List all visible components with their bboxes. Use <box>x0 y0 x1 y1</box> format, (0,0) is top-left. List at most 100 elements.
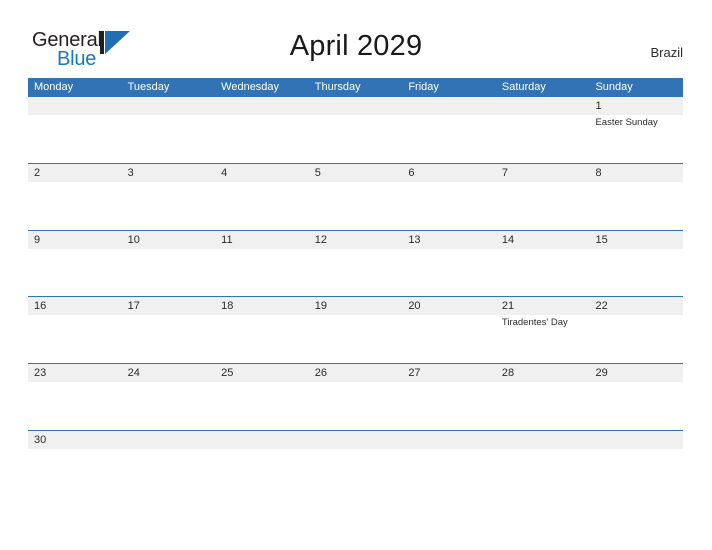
day-cell[interactable]: 17 <box>122 297 216 363</box>
calendar-week-row: 9 10 11 12 13 14 15 <box>28 229 683 297</box>
day-number: 14 <box>501 233 515 246</box>
day-number <box>315 97 403 115</box>
day-cell[interactable] <box>122 431 216 497</box>
day-cell[interactable]: 25 <box>215 364 309 430</box>
day-cell[interactable]: 5 <box>309 164 403 230</box>
day-cell[interactable]: 18 <box>215 297 309 363</box>
calendar-table: Monday Tuesday Wednesday Thursday Friday… <box>28 78 683 497</box>
day-cell[interactable]: 29 <box>589 364 683 430</box>
weekday-header-tuesday: Tuesday <box>127 81 170 93</box>
weekday-header-thursday: Thursday <box>314 81 361 93</box>
region-label: Brazil <box>650 45 683 60</box>
day-cell[interactable]: 2 <box>28 164 122 230</box>
day-cell[interactable]: 27 <box>402 364 496 430</box>
day-cell[interactable] <box>309 431 403 497</box>
day-cell[interactable]: 15 <box>589 231 683 297</box>
day-cell[interactable] <box>215 431 309 497</box>
day-number: 4 <box>221 166 228 179</box>
day-number: 17 <box>127 300 140 313</box>
day-number: 13 <box>408 233 421 246</box>
day-number: 8 <box>595 166 602 179</box>
weekday-header-sunday: Sunday <box>595 81 633 93</box>
day-cell[interactable]: 7 <box>496 164 590 230</box>
day-number: 19 <box>314 300 327 313</box>
day-number: 25 <box>221 367 234 380</box>
day-cell[interactable]: 13 <box>402 231 496 297</box>
day-number: 23 <box>34 367 47 380</box>
day-cell[interactable] <box>402 97 496 163</box>
day-event: Tiradentes' Day <box>501 317 568 329</box>
day-number <box>408 431 496 449</box>
day-cell[interactable]: 16 <box>28 297 122 363</box>
weekday-header-saturday: Saturday <box>501 81 546 93</box>
day-cell[interactable] <box>309 97 403 163</box>
day-number <box>502 431 590 449</box>
day-number: 1 <box>595 100 602 112</box>
day-number: 12 <box>314 233 327 246</box>
day-cell[interactable]: 26 <box>309 364 403 430</box>
day-cell[interactable]: 9 <box>28 231 122 297</box>
day-cell[interactable]: 12 <box>309 231 403 297</box>
day-number: 2 <box>34 166 41 179</box>
week-day-cells: 1 Easter Sunday <box>28 97 683 163</box>
day-cell[interactable] <box>402 431 496 497</box>
day-number: 9 <box>34 233 41 246</box>
day-number: 20 <box>408 300 421 313</box>
day-cell[interactable]: 11 <box>215 231 309 297</box>
day-number <box>128 431 216 449</box>
day-cell[interactable]: 21 Tiradentes' Day <box>496 297 590 363</box>
day-cell[interactable]: 14 <box>496 231 590 297</box>
day-number: 15 <box>595 233 608 246</box>
calendar-week-row: 1 Easter Sunday <box>28 96 683 163</box>
day-number: 18 <box>221 300 234 313</box>
day-number: 27 <box>408 367 421 380</box>
week-day-cells: 30 <box>28 431 683 497</box>
week-day-cells: 9 10 11 12 13 14 15 <box>28 231 683 297</box>
day-cell[interactable]: 20 <box>402 297 496 363</box>
page-title: April 2029 <box>289 30 423 62</box>
day-cell[interactable]: 24 <box>122 364 216 430</box>
day-number: 28 <box>501 367 515 380</box>
day-cell[interactable] <box>215 97 309 163</box>
day-event: Easter Sunday <box>595 117 658 128</box>
day-cell[interactable]: 19 <box>309 297 403 363</box>
day-cell[interactable] <box>496 431 590 497</box>
day-cell[interactable]: 10 <box>122 231 216 297</box>
week-day-cells: 16 17 18 19 20 21 Tiradentes' Day 22 <box>28 297 683 363</box>
weekday-header-row: Monday Tuesday Wednesday Thursday Friday… <box>28 78 683 96</box>
page-header: General Blue April 2029 Brazil <box>0 0 712 78</box>
day-cell[interactable]: 3 <box>122 164 216 230</box>
day-cell[interactable]: 8 <box>589 164 683 230</box>
day-number <box>595 431 683 449</box>
day-cell[interactable]: 30 <box>28 431 122 497</box>
day-cell[interactable] <box>28 97 122 163</box>
day-number: 21 <box>501 300 515 313</box>
day-number: 29 <box>595 367 608 380</box>
day-number: 6 <box>408 166 415 179</box>
week-day-cells: 2 3 4 5 6 7 8 <box>28 164 683 230</box>
day-cell[interactable] <box>496 97 590 163</box>
weekday-header-friday: Friday <box>408 81 439 93</box>
calendar-page: General Blue April 2029 Brazil Monday Tu… <box>0 0 712 550</box>
day-number: 16 <box>34 300 47 313</box>
day-cell[interactable]: 22 <box>589 297 683 363</box>
day-number <box>502 97 590 115</box>
day-number <box>128 97 216 115</box>
week-day-cells: 23 24 25 26 27 28 29 <box>28 364 683 430</box>
day-number: 10 <box>127 233 140 246</box>
day-cell[interactable]: 6 <box>402 164 496 230</box>
weekday-header-monday: Monday <box>34 81 74 93</box>
day-cell[interactable]: 4 <box>215 164 309 230</box>
day-cell[interactable] <box>589 431 683 497</box>
day-number: 7 <box>501 166 509 179</box>
weekday-header-wednesday: Wednesday <box>221 81 280 93</box>
day-cell[interactable] <box>122 97 216 163</box>
day-number <box>221 431 309 449</box>
day-number: 24 <box>127 367 140 380</box>
day-number <box>408 97 496 115</box>
calendar-week-row: 30 <box>28 429 683 497</box>
day-cell[interactable]: 23 <box>28 364 122 430</box>
day-cell[interactable]: 1 Easter Sunday <box>589 97 683 163</box>
day-number: 11 <box>221 233 233 246</box>
day-cell[interactable]: 28 <box>496 364 590 430</box>
